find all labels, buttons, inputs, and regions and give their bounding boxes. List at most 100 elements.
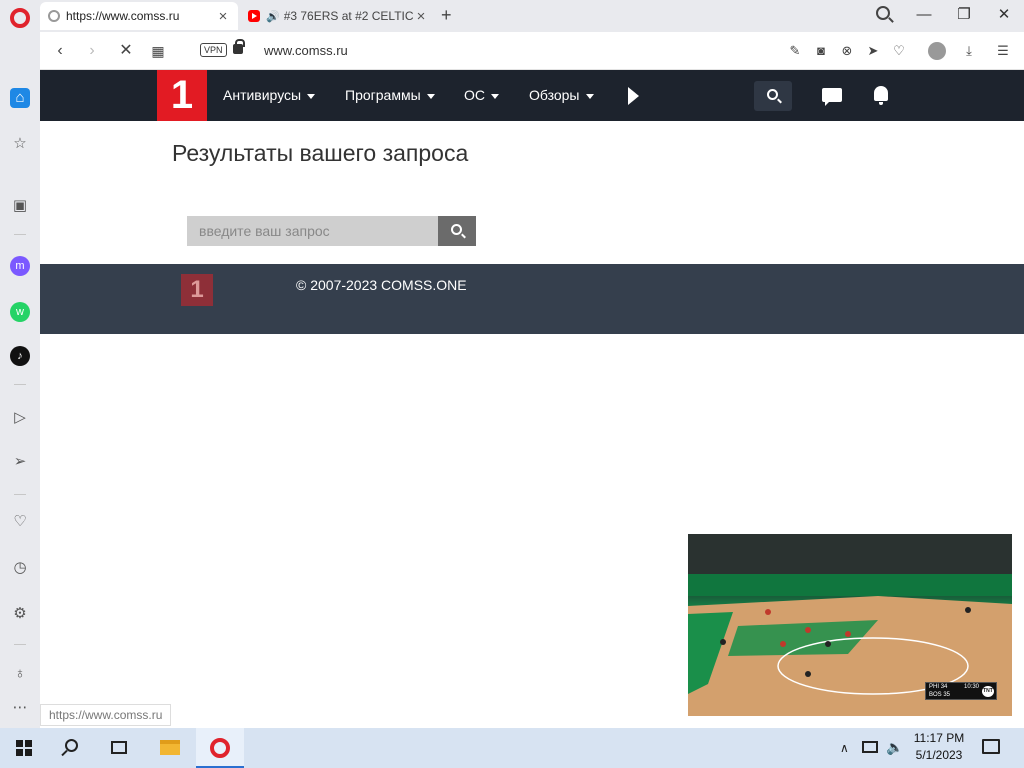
search-icon	[451, 224, 462, 235]
opera-taskbar-button[interactable]	[196, 728, 244, 768]
camera-icon[interactable]: ◙	[812, 42, 830, 60]
player-icon[interactable]: ▷	[10, 408, 30, 428]
start-button[interactable]	[0, 728, 48, 768]
folder-icon	[160, 740, 180, 755]
send-icon[interactable]: ➤	[864, 42, 882, 60]
more-icon[interactable]: ⋯	[10, 698, 30, 718]
status-url: https://www.comss.ru	[40, 704, 172, 726]
search-icon	[65, 739, 78, 752]
scorebug: PHI 34 BOS 35 10:30 TNT	[925, 682, 997, 700]
site-footer: 1 © 2007-2023 COMSS.ONE	[40, 264, 1024, 334]
bell-icon[interactable]	[874, 86, 888, 105]
download-icon[interactable]: ⤓	[960, 42, 978, 60]
account-icon[interactable]	[928, 42, 946, 60]
sidebar-divider	[14, 234, 26, 235]
loading-favicon-icon	[48, 10, 60, 22]
sidebar-divider	[14, 644, 26, 645]
caret-down-icon	[491, 93, 499, 99]
speaker-icon[interactable]: 🔊	[266, 10, 280, 23]
send-icon[interactable]: ➢	[10, 452, 30, 472]
sidebar: ⌂ ☆ ▣ m w ♪ ▷ ➢ ♡ ◷ ⚙ ♁ ⋯	[0, 32, 40, 728]
footer-copyright: © 2007-2023 COMSS.ONE	[296, 277, 467, 293]
caret-down-icon	[307, 93, 316, 99]
taskbar-search-button[interactable]	[48, 728, 96, 768]
edit-icon[interactable]: ✎	[786, 42, 804, 60]
heart-icon[interactable]: ♡	[890, 42, 908, 60]
nav-label: ОС	[464, 87, 485, 103]
nav-programs[interactable]: Программы	[345, 87, 435, 103]
site-logo[interactable]: 1	[157, 70, 207, 121]
nav-label: Программы	[345, 87, 421, 103]
gear-icon[interactable]: ⚙	[10, 604, 30, 624]
nav-label: Обзоры	[529, 87, 580, 103]
vpn-badge[interactable]: VPN	[200, 43, 227, 57]
youtube-icon	[248, 10, 260, 22]
search-icon	[767, 89, 778, 100]
tab-youtube[interactable]: 🔊 #3 76ERS at #2 CELTICS ×	[240, 2, 436, 30]
video-popout[interactable]: PHI 34 BOS 35 10:30 TNT	[688, 534, 1012, 716]
messenger-icon[interactable]: m	[10, 256, 30, 276]
adblock-icon[interactable]: ⊗	[838, 42, 856, 60]
window-close-button[interactable]: ✕	[984, 4, 1024, 26]
task-view-icon	[111, 741, 127, 754]
close-icon[interactable]: ×	[216, 8, 230, 25]
opera-logo-icon	[210, 738, 230, 758]
tab-search-icon[interactable]	[876, 6, 890, 20]
restore-button[interactable]: ❐	[944, 4, 984, 26]
tab-title: #3 76ERS at #2 CELTICS	[283, 9, 414, 23]
chevron-up-icon[interactable]: ∧	[840, 741, 849, 755]
close-icon[interactable]: ×	[414, 8, 428, 25]
shopping-bag-icon[interactable]: ▣	[10, 196, 30, 216]
sidebar-divider	[14, 494, 26, 495]
whatsapp-icon[interactable]: w	[10, 302, 30, 322]
clock-time[interactable]: 11:17 PM	[908, 731, 970, 745]
windows-icon	[16, 740, 32, 756]
easy-setup-icon[interactable]: ☰	[994, 42, 1012, 60]
tab-bar: https://www.comss.ru × 🔊 #3 76ERS at #2 …	[0, 0, 1024, 32]
search-input[interactable]	[187, 216, 438, 246]
new-tab-button[interactable]: +	[441, 5, 452, 26]
caret-down-icon	[426, 93, 435, 99]
chat-icon[interactable]	[822, 88, 842, 106]
home-icon[interactable]: ⌂	[10, 88, 30, 108]
tiktok-icon[interactable]: ♪	[10, 346, 30, 366]
nav-more-arrow-icon[interactable]	[628, 87, 639, 105]
opera-logo-icon[interactable]	[10, 8, 30, 28]
clock-date[interactable]: 5/1/2023	[908, 748, 970, 762]
sidebar-divider	[14, 384, 26, 385]
lock-icon[interactable]	[233, 39, 245, 54]
network-icon[interactable]	[862, 741, 878, 753]
url-field[interactable]: www.comss.ru	[264, 43, 348, 58]
notifications-icon[interactable]	[982, 739, 1000, 754]
search-submit-button[interactable]	[438, 216, 476, 246]
back-button[interactable]: ‹	[50, 41, 70, 61]
forward-button[interactable]: ›	[82, 41, 102, 61]
nav-os[interactable]: ОС	[464, 87, 499, 103]
file-explorer-button[interactable]	[146, 728, 194, 768]
game-clock: 10:30	[964, 684, 980, 690]
tab-comss[interactable]: https://www.comss.ru ×	[40, 2, 238, 30]
heart-icon[interactable]: ♡	[10, 512, 30, 532]
star-icon[interactable]: ☆	[10, 134, 30, 154]
tab-overview-button[interactable]: ▦	[148, 41, 168, 61]
stop-loading-button[interactable]: ✕	[116, 41, 136, 61]
address-bar: ‹ › ✕ ▦ VPN www.comss.ru ✎ ◙ ⊗ ➤ ♡ ⤓ ☰	[40, 32, 1024, 70]
score-team1: PHI 34	[929, 684, 948, 690]
header-search-button[interactable]	[754, 81, 792, 111]
nav-reviews[interactable]: Обзоры	[529, 87, 594, 103]
volume-icon[interactable]: 🔈	[886, 739, 903, 756]
caret-down-icon	[585, 93, 594, 99]
footer-logo[interactable]: 1	[181, 274, 213, 306]
network-logo: TNT	[982, 686, 994, 697]
bulb-icon[interactable]: ♁	[10, 664, 30, 684]
task-view-button[interactable]	[96, 728, 144, 768]
minimize-button[interactable]: —	[904, 4, 944, 26]
history-icon[interactable]: ◷	[10, 558, 30, 578]
page-title: Результаты вашего запроса	[172, 140, 469, 166]
tab-title: https://www.comss.ru	[66, 9, 180, 23]
nav-antivirus[interactable]: Антивирусы	[223, 87, 316, 103]
nav-label: Антивирусы	[223, 87, 302, 103]
taskbar: ∧ 🔈 11:17 PM 5/1/2023	[0, 728, 1024, 768]
site-header: 1 Антивирусы Программы ОС Обзоры	[40, 70, 1024, 121]
score-team2: BOS 35	[929, 692, 951, 698]
